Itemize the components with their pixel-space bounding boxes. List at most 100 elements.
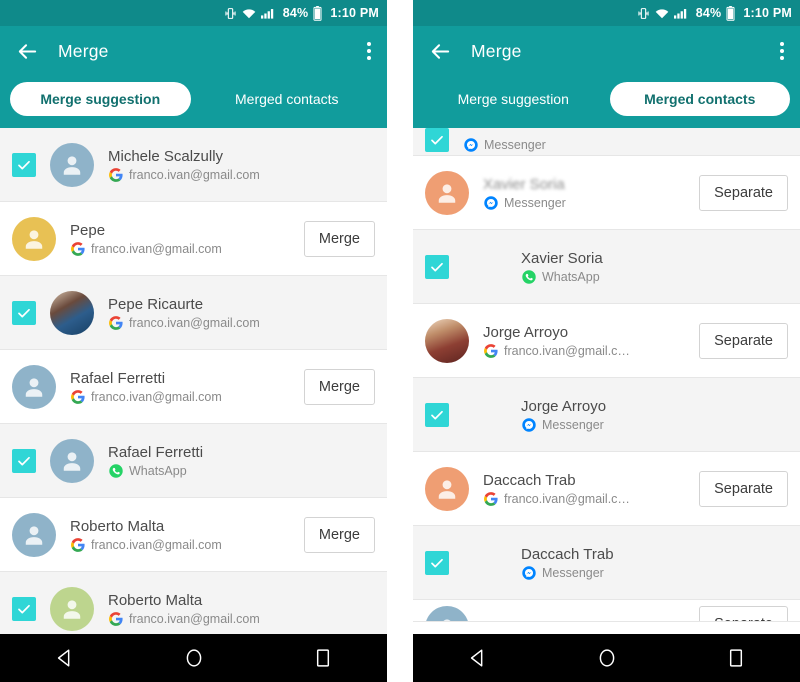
- status-bar-clock: 1:10 PM: [743, 6, 792, 20]
- contact-source-label: franco.ivan@gmail.com: [129, 168, 260, 182]
- contact-row[interactable]: Daccach Trab Messenger: [413, 526, 800, 600]
- back-arrow-icon[interactable]: [427, 38, 453, 64]
- separate-button[interactable]: Separate: [699, 323, 788, 359]
- contact-meta: Daccach Trab franco.ivan@gmail.c…: [483, 472, 689, 507]
- merge-button[interactable]: Merge: [303, 517, 375, 553]
- contact-name: Roberto Malta: [108, 591, 203, 609]
- home-nav-button[interactable]: [586, 637, 628, 679]
- contact-row[interactable]: Rafael Ferretti franco.ivan@gmail.com Merg…: [0, 350, 387, 424]
- separate-button[interactable]: Separate: [699, 175, 788, 211]
- contact-name: Pepe: [70, 221, 106, 239]
- back-nav-button[interactable]: [457, 637, 499, 679]
- contact-source-label: WhatsApp: [542, 270, 600, 284]
- contact-row[interactable]: Rafael Ferretti WhatsApp: [0, 424, 387, 498]
- contact-name: Xavier Soria: [521, 249, 603, 267]
- status-bar: 84% 1:10 PM: [413, 0, 800, 26]
- separate-button[interactable]: Separate: [699, 606, 788, 622]
- status-bar-icons: 84% 1:10 PM: [224, 5, 379, 21]
- checkbox-checked[interactable]: [425, 403, 449, 427]
- battery-percent-label: 84%: [282, 6, 309, 20]
- home-nav-button[interactable]: [173, 637, 215, 679]
- back-nav-button[interactable]: [44, 637, 86, 679]
- tab-merge-suggestion[interactable]: Merge suggestion: [10, 82, 191, 116]
- contact-source-label: franco.ivan@gmail.c…: [504, 492, 630, 506]
- contact-row[interactable]: Messenger: [413, 128, 800, 156]
- avatar: [50, 587, 94, 631]
- contact-row[interactable]: Daccach Trab franco.ivan@gmail.c… Separate: [413, 452, 800, 526]
- google-icon: [108, 168, 123, 183]
- battery-icon: [726, 5, 735, 21]
- contact-source-label: franco.ivan@gmail.com: [91, 390, 222, 404]
- signal-icon: [673, 8, 688, 19]
- contact-row[interactable]: Roberto Malta franco.ivan@gmail.com Merge: [0, 498, 387, 572]
- back-arrow-icon[interactable]: [14, 38, 40, 64]
- contact-list[interactable]: Michele Scalzully franco.ivan@gmail.com Pe…: [0, 128, 387, 634]
- tab-merge-suggestion[interactable]: Merge suggestion: [423, 82, 604, 116]
- checkbox-checked[interactable]: [12, 449, 36, 473]
- google-icon: [70, 242, 85, 257]
- separate-button[interactable]: Separate: [699, 471, 788, 507]
- android-nav-bar: [413, 634, 800, 682]
- contact-row[interactable]: Jorge Arroyo Messenger: [413, 378, 800, 452]
- contact-name: Michele Scalzully: [108, 147, 224, 165]
- contact-row[interactable]: Xavier Soria Messenger Separate: [413, 156, 800, 230]
- contact-row[interactable]: Pepe franco.ivan@gmail.com Merge: [0, 202, 387, 276]
- contact-meta: Roberto Malta franco.ivan@gmail.com: [70, 518, 294, 553]
- checkbox-checked[interactable]: [425, 255, 449, 279]
- contact-source-label: franco.ivan@gmail.com: [129, 612, 260, 626]
- whatsapp-icon: [108, 464, 123, 479]
- avatar: [425, 606, 469, 622]
- contact-meta: Michele Scalzully franco.ivan@gmail.com: [108, 148, 375, 183]
- recents-nav-button[interactable]: [715, 637, 757, 679]
- tab-merged-contacts[interactable]: Merged contacts: [197, 82, 378, 116]
- messenger-icon: [483, 196, 498, 211]
- tab-merged-contacts[interactable]: Merged contacts: [609, 82, 790, 116]
- contact-meta: Rafael Ferretti WhatsApp: [108, 444, 375, 479]
- contact-meta: Xavier Soria WhatsApp: [521, 250, 788, 285]
- avatar: [12, 513, 56, 557]
- google-icon: [108, 612, 123, 627]
- merge-button[interactable]: Merge: [303, 369, 375, 405]
- phone-screen-merge-suggestion: 84% 1:10 PM Merge Merge suggestion Merged co…: [0, 0, 387, 682]
- contact-row[interactable]: Pepe Ricaurte franco.ivan@gmail.com: [0, 276, 387, 350]
- vibrate-icon: [637, 7, 650, 20]
- checkbox-checked[interactable]: [12, 301, 36, 325]
- overflow-menu-icon[interactable]: [780, 42, 784, 60]
- contact-row[interactable]: Roberto Malta franco.ivan@gmail.com: [0, 572, 387, 634]
- app-bar: Merge: [0, 26, 387, 76]
- recents-nav-button[interactable]: [302, 637, 344, 679]
- contact-name: Pepe Ricaurte: [108, 295, 204, 313]
- contact-meta: Jorge Arroyo franco.ivan@gmail.c…: [483, 324, 689, 359]
- contact-list[interactable]: Messenger Xavier Soria Messenger Separate Xa…: [413, 128, 800, 634]
- contact-source: franco.ivan@gmail.c…: [483, 492, 689, 507]
- contact-source: WhatsApp: [521, 270, 788, 285]
- checkbox-checked[interactable]: [12, 153, 36, 177]
- merge-button[interactable]: Merge: [303, 221, 375, 257]
- checkbox-checked[interactable]: [425, 551, 449, 575]
- contact-name: Xavier Soria: [483, 175, 565, 193]
- messenger-icon: [463, 137, 478, 152]
- contact-source: Messenger: [521, 418, 788, 433]
- google-icon: [70, 390, 85, 405]
- contact-meta: Jorge Arroyo Messenger: [521, 398, 788, 433]
- contact-source: franco.ivan@gmail.com: [108, 316, 375, 331]
- overflow-menu-icon[interactable]: [367, 42, 371, 60]
- avatar: [50, 291, 94, 335]
- contact-row[interactable]: Jorge Arroyo franco.ivan@gmail.c… Separate: [413, 304, 800, 378]
- contact-source-label: Messenger: [542, 418, 604, 432]
- status-bar: 84% 1:10 PM: [0, 0, 387, 26]
- contact-row[interactable]: Separate: [413, 600, 800, 622]
- google-icon: [70, 538, 85, 553]
- panel-divider: [387, 0, 413, 682]
- contact-source: franco.ivan@gmail.com: [70, 390, 294, 405]
- checkbox-checked[interactable]: [425, 128, 449, 152]
- contact-row[interactable]: Michele Scalzully franco.ivan@gmail.com: [0, 128, 387, 202]
- contact-source-label: franco.ivan@gmail.com: [129, 316, 260, 330]
- dual-screenshot-stage: 84% 1:10 PM Merge Merge suggestion Merged co…: [0, 0, 800, 682]
- contact-source: Messenger: [521, 566, 788, 581]
- google-icon: [483, 344, 498, 359]
- contact-row[interactable]: Xavier Soria WhatsApp: [413, 230, 800, 304]
- google-icon: [483, 492, 498, 507]
- checkbox-checked[interactable]: [12, 597, 36, 621]
- status-bar-icons: 84% 1:10 PM: [637, 5, 792, 21]
